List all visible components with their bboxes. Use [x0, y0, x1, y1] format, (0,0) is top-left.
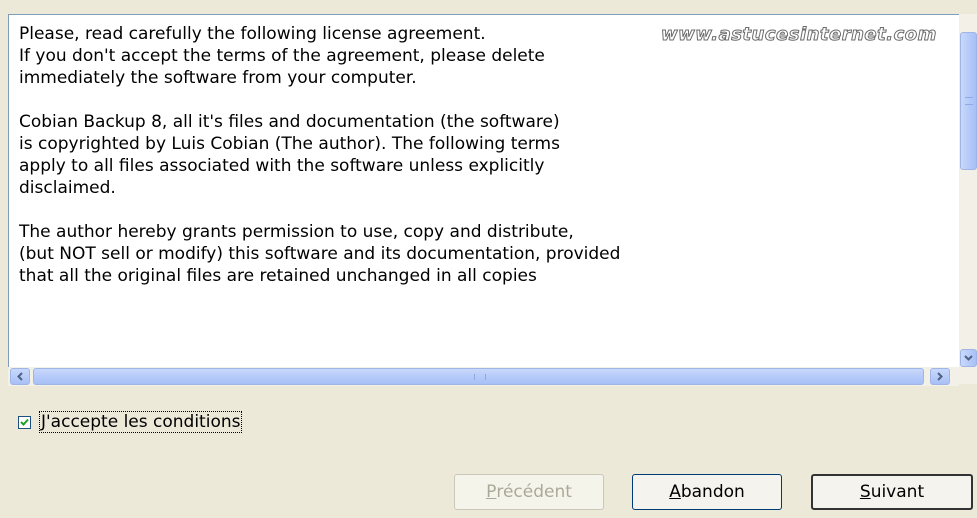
license-line: disclaimed.	[19, 178, 116, 198]
license-line: The author hereby grants permission to u…	[19, 222, 574, 242]
scroll-down-arrow-icon[interactable]	[960, 349, 977, 367]
scroll-grip-icon	[965, 97, 973, 105]
scroll-right-arrow-icon[interactable]	[930, 368, 950, 385]
checkmark-icon	[20, 418, 29, 426]
vertical-scrollbar[interactable]	[959, 14, 977, 384]
license-line: (but NOT sell or modify) this software a…	[19, 244, 621, 264]
previous-button[interactable]: Précédent	[454, 474, 604, 510]
license-line: immediately the software from your compu…	[19, 68, 417, 88]
abandon-button-label: bandon	[680, 482, 745, 502]
scroll-left-arrow-icon[interactable]	[10, 368, 30, 385]
license-line: that all the original files are retained…	[19, 266, 537, 286]
vertical-scroll-thumb[interactable]	[960, 32, 977, 170]
accept-conditions-checkbox[interactable]	[18, 415, 31, 429]
license-line: If you don't accept the terms of the agr…	[19, 46, 545, 66]
horizontal-scrollbar[interactable]	[8, 367, 959, 386]
watermark-text: www.astucesinternet.com	[661, 24, 937, 46]
next-button-label: uivant	[870, 482, 925, 502]
license-line: apply to all files associated with the s…	[19, 156, 545, 176]
license-line: Cobian Backup 8, all it's files and docu…	[19, 112, 560, 132]
next-button-mnemonic: S	[859, 482, 871, 502]
abandon-button[interactable]: Abandon	[632, 474, 782, 510]
license-line: is copyrighted by Luis Cobian (The autho…	[19, 134, 560, 154]
horizontal-scroll-thumb[interactable]	[33, 368, 924, 385]
next-button[interactable]: Suivant	[811, 474, 973, 510]
previous-button-mnemonic: P	[486, 482, 497, 502]
license-text: Please, read carefully the following lic…	[19, 23, 959, 287]
abandon-button-mnemonic: A	[669, 482, 681, 502]
accept-conditions-label[interactable]: J'accepte les conditions	[38, 411, 243, 433]
scroll-grip-icon	[474, 374, 486, 380]
license-textarea[interactable]: Please, read carefully the following lic…	[8, 14, 977, 367]
previous-button-label: récédent	[496, 482, 572, 502]
license-line: Please, read carefully the following lic…	[19, 24, 486, 44]
accept-conditions-row[interactable]: J'accepte les conditions	[18, 411, 243, 433]
